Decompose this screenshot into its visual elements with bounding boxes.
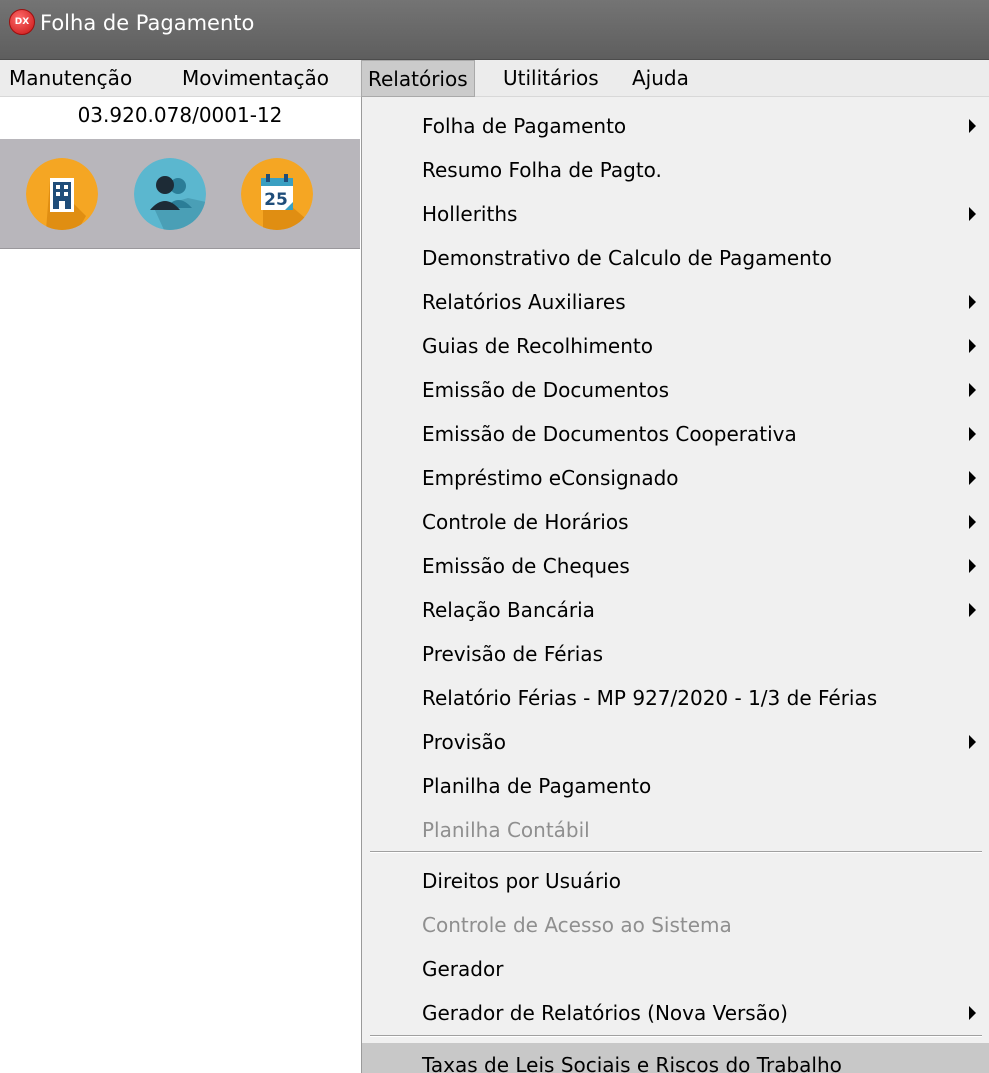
menu-item-label: Controle de Horários	[422, 510, 629, 534]
menu-item-label: Planilha de Pagamento	[422, 774, 652, 798]
submenu-arrow-icon	[969, 471, 976, 485]
menu-item-label: Direitos por Usuário	[422, 869, 621, 893]
menu-item-emissao-de-cheques[interactable]: Emissão de Cheques	[362, 544, 989, 588]
submenu-arrow-icon	[969, 1006, 976, 1020]
menu-item-emprestimo-econsignado[interactable]: Empréstimo eConsignado	[362, 456, 989, 500]
calendar-icon[interactable]: 25	[241, 158, 313, 230]
shortcut-toolbar: 25	[0, 139, 360, 249]
menu-movimentacao[interactable]: Movimentação	[176, 60, 335, 97]
menu-item-previsao-de-ferias[interactable]: Previsão de Férias	[362, 632, 989, 676]
menu-item-emissao-de-documentos-cooperativa[interactable]: Emissão de Documentos Cooperativa	[362, 412, 989, 456]
menu-item-label: Previsão de Férias	[422, 642, 603, 666]
menu-manutencao[interactable]: Manutenção	[3, 60, 138, 97]
relatorios-dropdown-menu: Folha de Pagamento Resumo Folha de Pagto.…	[361, 97, 989, 1073]
menu-item-controle-de-horarios[interactable]: Controle de Horários	[362, 500, 989, 544]
submenu-arrow-icon	[969, 207, 976, 221]
menu-item-planilha-contabil: Planilha Contábil	[362, 808, 989, 852]
menu-item-folha-de-pagamento[interactable]: Folha de Pagamento	[362, 104, 989, 148]
menu-item-controle-de-acesso-ao-sistema: Controle de Acesso ao Sistema	[362, 903, 989, 947]
menu-item-label: Gerador	[422, 957, 504, 981]
submenu-arrow-icon	[969, 735, 976, 749]
menu-item-holleriths[interactable]: Holleriths	[362, 192, 989, 236]
menu-item-label: Guias de Recolhimento	[422, 334, 653, 358]
menu-item-relacao-bancaria[interactable]: Relação Bancária	[362, 588, 989, 632]
submenu-arrow-icon	[969, 383, 976, 397]
company-cnpj: 03.920.078/0001-12	[0, 97, 360, 133]
menu-item-relatorios-auxiliares[interactable]: Relatórios Auxiliares	[362, 280, 989, 324]
menu-item-label: Emissão de Documentos Cooperativa	[422, 422, 797, 446]
menu-item-direitos-por-usuario[interactable]: Direitos por Usuário	[362, 859, 989, 903]
menu-item-label: Taxas de Leis Sociais e Riscos do Trabal…	[422, 1053, 842, 1073]
title-bar: DX Folha de Pagamento	[0, 0, 989, 60]
submenu-arrow-icon	[969, 295, 976, 309]
menu-item-taxas-de-leis-sociais-e-riscos-do-trabalho[interactable]: Taxas de Leis Sociais e Riscos do Trabal…	[362, 1043, 989, 1073]
menu-item-label: Folha de Pagamento	[422, 114, 627, 138]
building-icon[interactable]	[26, 158, 98, 230]
submenu-arrow-icon	[969, 427, 976, 441]
menu-item-planilha-de-pagamento[interactable]: Planilha de Pagamento	[362, 764, 989, 808]
menu-relatorios[interactable]: Relatórios	[361, 60, 475, 97]
menu-item-demonstrativo-de-calculo-de-pagamento[interactable]: Demonstrativo de Calculo de Pagamento	[362, 236, 989, 280]
submenu-arrow-icon	[969, 559, 976, 573]
submenu-arrow-icon	[969, 339, 976, 353]
menu-item-label: Controle de Acesso ao Sistema	[422, 913, 732, 937]
calendar-day-text: 25	[264, 190, 288, 210]
dx-app-icon[interactable]: DX	[9, 9, 35, 35]
menu-item-label: Relatórios Auxiliares	[422, 290, 626, 314]
menu-ajuda[interactable]: Ajuda	[626, 60, 695, 97]
menu-item-label: Empréstimo eConsignado	[422, 466, 679, 490]
menu-item-label: Provisão	[422, 730, 507, 754]
submenu-arrow-icon	[969, 603, 976, 617]
menu-item-guias-de-recolhimento[interactable]: Guias de Recolhimento	[362, 324, 989, 368]
menu-separator	[370, 1035, 982, 1037]
menu-bar: Manutenção Movimentação Relatórios Utili…	[0, 60, 989, 97]
menu-item-provisao[interactable]: Provisão	[362, 720, 989, 764]
menu-item-label: Emissão de Cheques	[422, 554, 630, 578]
menu-item-gerador[interactable]: Gerador	[362, 947, 989, 991]
menu-item-relatorio-ferias-mp-927-2020-1-3-de-ferias[interactable]: Relatório Férias - MP 927/2020 - 1/3 de …	[362, 676, 989, 720]
menu-item-label: Gerador de Relatórios (Nova Versão)	[422, 1001, 788, 1025]
submenu-arrow-icon	[969, 119, 976, 133]
menu-item-resumo-folha-de-pagto[interactable]: Resumo Folha de Pagto.	[362, 148, 989, 192]
menu-item-emissao-de-documentos[interactable]: Emissão de Documentos	[362, 368, 989, 412]
menu-item-label: Demonstrativo de Calculo de Pagamento	[422, 246, 832, 270]
submenu-arrow-icon	[969, 515, 976, 529]
menu-item-label: Holleriths	[422, 202, 518, 226]
users-icon[interactable]	[134, 158, 206, 230]
menu-item-label: Emissão de Documentos	[422, 378, 669, 402]
menu-item-label: Relatório Férias - MP 927/2020 - 1/3 de …	[422, 686, 878, 710]
menu-utilitarios[interactable]: Utilitários	[497, 60, 605, 97]
menu-item-label: Planilha Contábil	[422, 818, 590, 842]
menu-item-gerador-de-relatorios-nova-versao[interactable]: Gerador de Relatórios (Nova Versão)	[362, 991, 989, 1035]
menu-item-label: Relação Bancária	[422, 598, 595, 622]
menu-item-label: Resumo Folha de Pagto.	[422, 158, 662, 182]
window-title: Folha de Pagamento	[40, 11, 255, 35]
